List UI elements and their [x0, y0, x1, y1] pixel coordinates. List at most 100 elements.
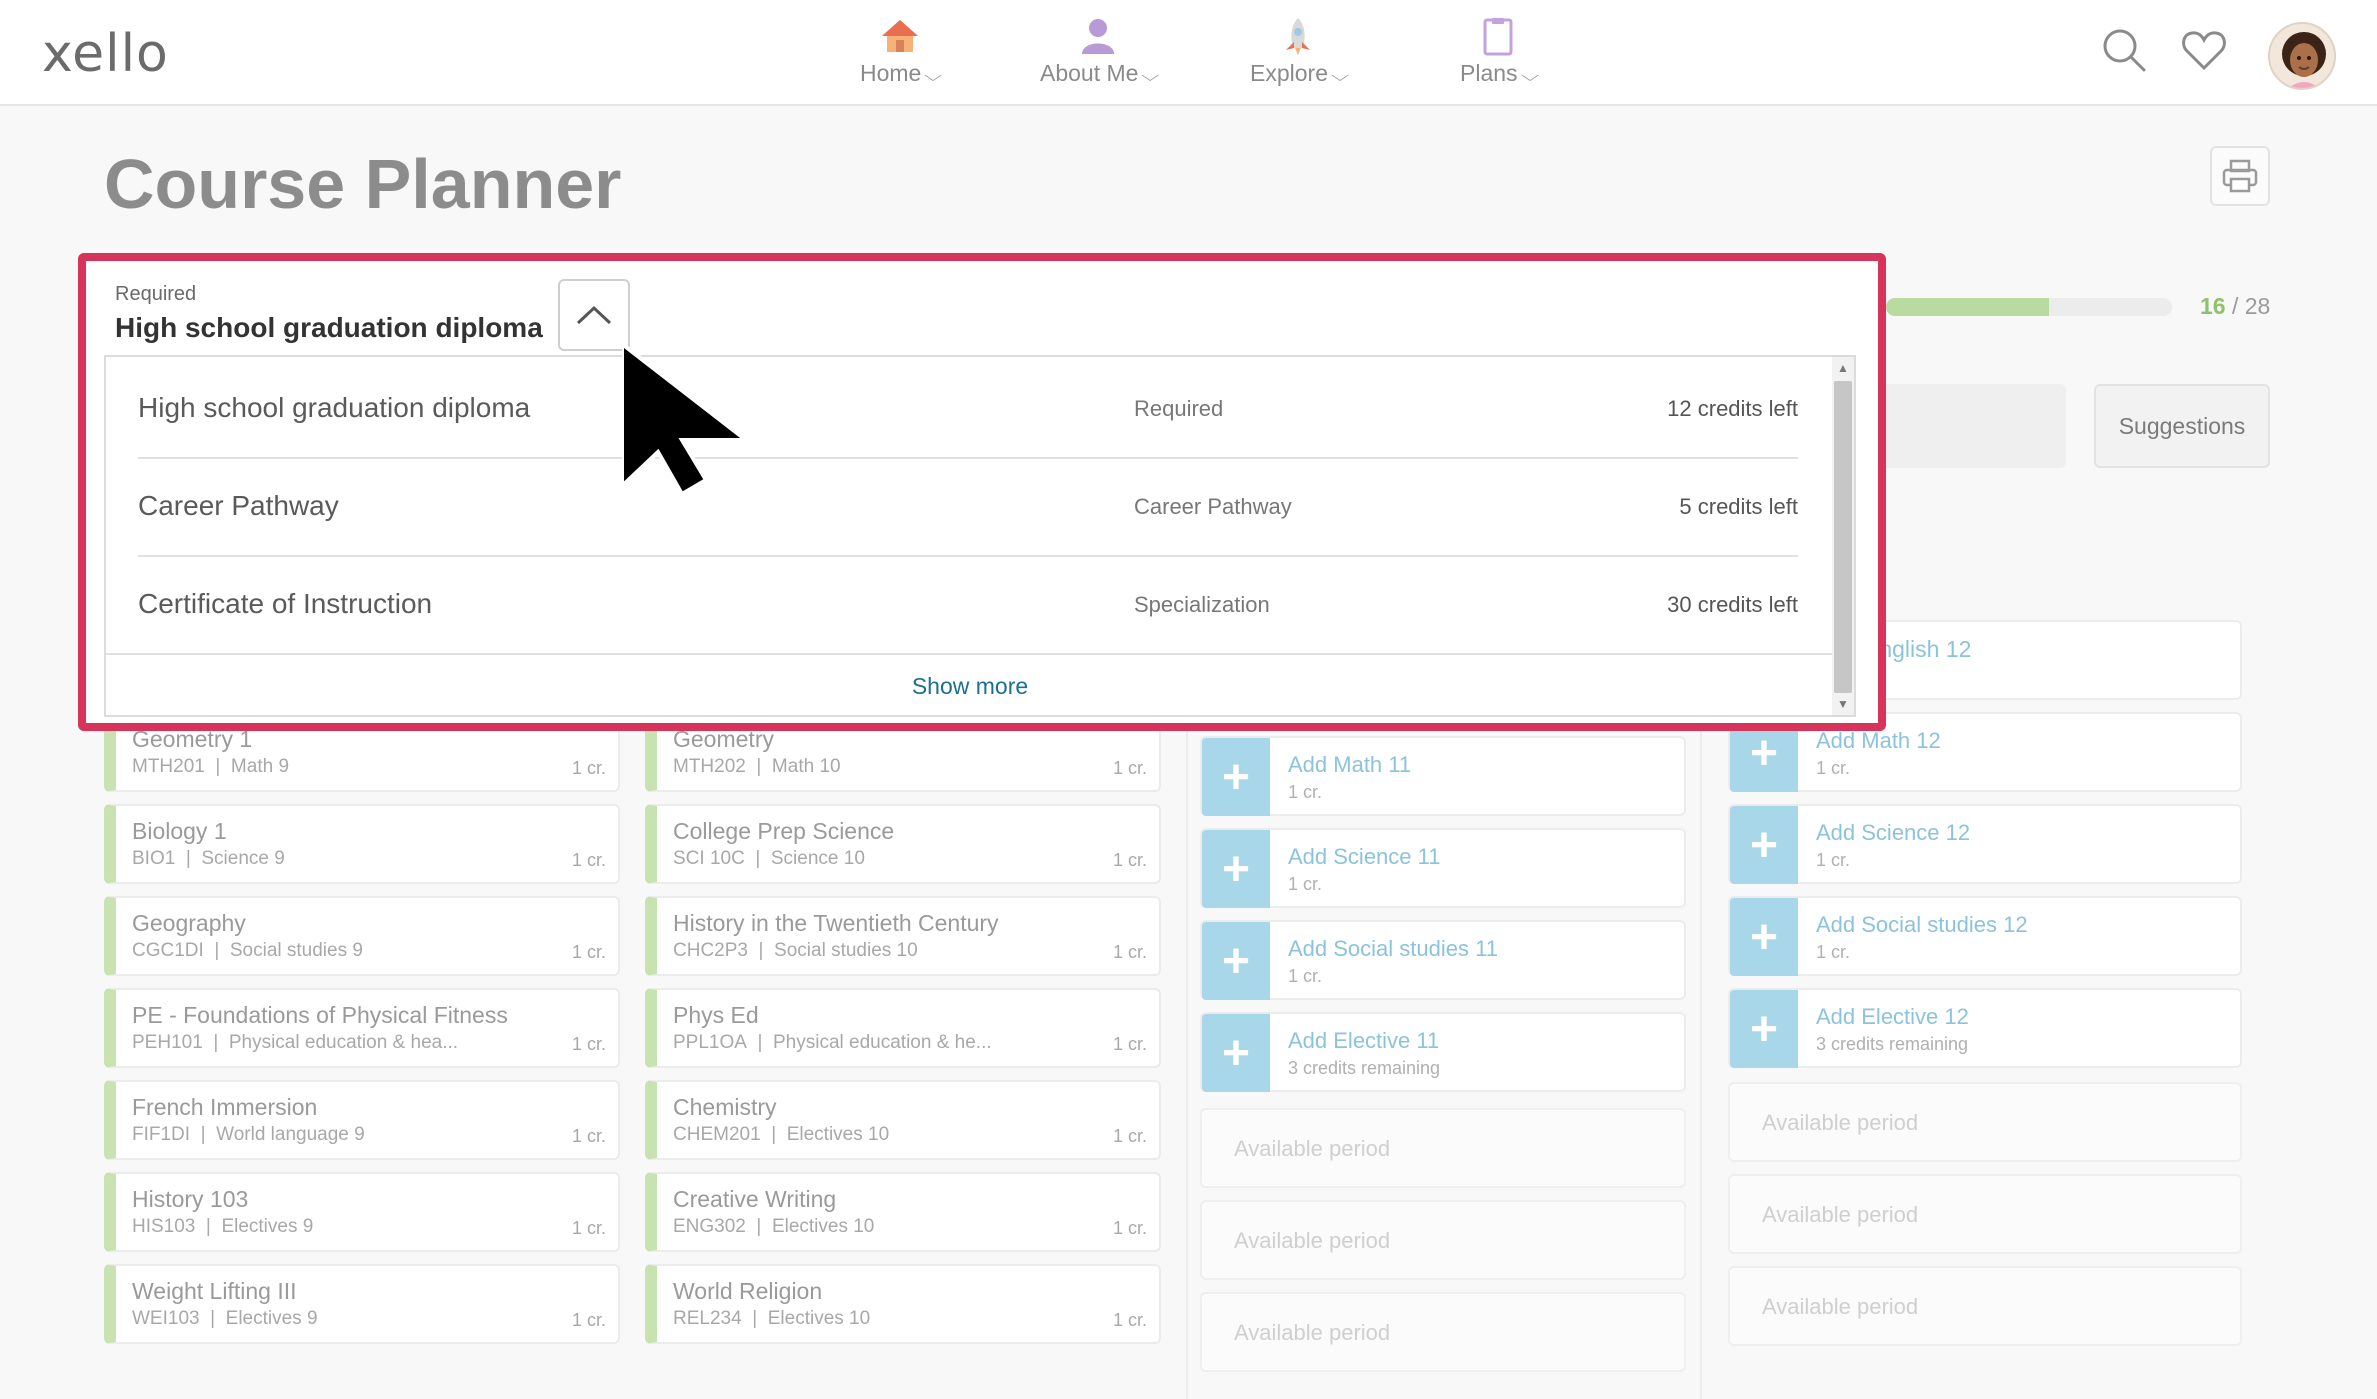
course-code: CGC1DI — [132, 940, 204, 961]
course-card[interactable]: French Immersion FIF1DI | World language… — [104, 1080, 620, 1160]
course-meta: PEH101 | Physical education & hea... — [132, 1032, 459, 1053]
mouse-cursor-icon — [620, 339, 752, 497]
add-science-11-button[interactable]: + Add Science 11 1 cr. — [1200, 828, 1686, 908]
credits-separator: / — [2225, 293, 2245, 319]
course-card[interactable]: Biology 1 BIO1 | Science 9 1 cr. — [104, 804, 620, 884]
course-name: PE - Foundations of Physical Fitness — [132, 1002, 508, 1028]
nav-home-label: Home — [860, 60, 922, 86]
add-course-sub: 1 cr. — [1288, 782, 1323, 802]
available-period[interactable]: Available period — [1200, 1200, 1686, 1280]
avatar[interactable] — [2268, 22, 2336, 90]
add-social-studies-12-button[interactable]: + Add Social studies 12 1 cr. — [1728, 896, 2242, 976]
option-type: Required — [1134, 396, 1224, 421]
add-course-sub: 1 cr. — [1816, 758, 1851, 778]
course-card[interactable]: Creative Writing ENG302 | Electives 10 1… — [645, 1172, 1161, 1252]
add-course-sub: 1 cr. — [1288, 874, 1323, 894]
course-code: BIO1 — [132, 848, 176, 869]
course-card[interactable]: History in the Twentieth Century CHC2P3 … — [645, 896, 1161, 976]
nav-home[interactable]: Home ⌵ — [860, 16, 943, 96]
course-name: History in the Twentieth Century — [673, 910, 999, 936]
course-credits: 1 cr. — [1112, 1034, 1147, 1054]
add-course-label: Add Science 12 — [1816, 820, 1971, 845]
suggestions-button[interactable]: Suggestions — [2094, 384, 2270, 468]
scroll-up-arrow-icon[interactable]: ▲ — [1832, 357, 1854, 379]
course-credits: 1 cr. — [571, 850, 606, 870]
add-course-sub: 3 credits remaining — [1288, 1058, 1441, 1078]
available-period[interactable]: Available period — [1728, 1174, 2242, 1254]
course-code: PEH101 — [132, 1032, 203, 1053]
course-subject: Social studies 9 — [229, 940, 363, 961]
available-period[interactable]: Available period — [1200, 1108, 1686, 1188]
show-more-link[interactable]: Show more — [912, 673, 1028, 700]
plus-icon: + — [1730, 990, 1798, 1068]
course-meta: CHEM201 | Electives 10 — [673, 1124, 890, 1145]
scroll-down-arrow-icon[interactable]: ▼ — [1832, 693, 1854, 715]
nav-plans[interactable]: Plans ⌵ — [1460, 16, 1539, 96]
requirement-option[interactable]: Career Pathway Career Pathway 5 credits … — [138, 459, 1798, 557]
requirement-option[interactable]: High school graduation diploma Required … — [138, 361, 1798, 459]
course-name: College Prep Science — [673, 818, 895, 844]
nav-about-me[interactable]: About Me ⌵ — [1040, 16, 1160, 96]
credit-progress-text: 16 / 28 — [2200, 293, 2270, 320]
plus-icon: + — [1202, 830, 1270, 908]
plus-icon: + — [1202, 1014, 1270, 1092]
course-name: Weight Lifting III — [132, 1278, 297, 1304]
xello-logo[interactable]: xello — [42, 24, 169, 84]
add-elective-12-button[interactable]: + Add Elective 12 3 credits remaining — [1728, 988, 2242, 1068]
scroll-thumb[interactable] — [1834, 381, 1852, 693]
course-code: SCI 10C — [673, 848, 745, 869]
course-name: Geography — [132, 910, 246, 936]
course-card[interactable]: Phys Ed PPL1OA | Physical education & he… — [645, 988, 1161, 1068]
option-type: Specialization — [1134, 592, 1270, 617]
available-period-label: Available period — [1234, 1228, 1391, 1253]
plus-icon: + — [1202, 738, 1270, 816]
course-code: CHC2P3 — [673, 940, 748, 961]
available-period[interactable]: Available period — [1200, 1292, 1686, 1372]
course-code: REL234 — [673, 1308, 742, 1329]
add-social-studies-11-button[interactable]: + Add Social studies 11 1 cr. — [1200, 920, 1686, 1000]
course-meta: BIO1 | Science 9 — [132, 848, 285, 869]
course-card[interactable]: World Religion REL234 | Electives 10 1 c… — [645, 1264, 1161, 1344]
course-subject: World language 9 — [216, 1124, 365, 1145]
credits-total: 28 — [2244, 293, 2271, 319]
search-icon[interactable] — [2100, 26, 2148, 74]
dropdown-scrollbar[interactable]: ▲ ▼ — [1832, 357, 1854, 715]
course-card[interactable]: Chemistry CHEM201 | Electives 10 1 cr. — [645, 1080, 1161, 1160]
nav-plans-label: Plans — [1460, 60, 1518, 86]
course-card[interactable]: Weight Lifting III WEI103 | Electives 9 … — [104, 1264, 620, 1344]
course-code: FIF1DI — [132, 1124, 191, 1145]
requirement-dropdown-toggle[interactable] — [558, 279, 630, 351]
available-period[interactable]: Available period — [1728, 1082, 2242, 1162]
course-meta: MTH202 | Math 10 — [673, 756, 841, 777]
course-card[interactable]: College Prep Science SCI 10C | Science 1… — [645, 804, 1161, 884]
nav-explore[interactable]: Explore ⌵ — [1250, 16, 1350, 96]
add-elective-11-button[interactable]: + Add Elective 11 3 credits remaining — [1200, 1012, 1686, 1092]
course-meta: ENG302 | Electives 10 — [673, 1216, 875, 1237]
available-period-label: Available period — [1234, 1136, 1391, 1161]
course-code: ENG302 — [673, 1216, 746, 1237]
nav-explore-label: Explore — [1250, 60, 1328, 86]
course-subject: Math 10 — [771, 756, 841, 777]
course-card[interactable]: Geography CGC1DI | Social studies 9 1 cr… — [104, 896, 620, 976]
available-period-label: Available period — [1762, 1202, 1919, 1227]
course-meta: MTH201 | Math 9 — [132, 756, 290, 777]
course-card[interactable]: History 103 HIS103 | Electives 9 1 cr. — [104, 1172, 620, 1252]
course-code: PPL1OA — [673, 1032, 747, 1053]
course-card[interactable]: PE - Foundations of Physical Fitness PEH… — [104, 988, 620, 1068]
chevron-down-icon: ⌵ — [1141, 68, 1160, 85]
filter-box[interactable] — [1860, 384, 2066, 468]
requirement-selected: High school graduation diploma — [115, 312, 543, 343]
course-name: Creative Writing — [673, 1186, 837, 1212]
add-math-11-button[interactable]: + Add Math 11 1 cr. — [1200, 736, 1686, 816]
heart-icon[interactable] — [2180, 26, 2228, 74]
add-course-sub: 1 cr. — [1816, 850, 1851, 870]
available-period[interactable]: Available period — [1728, 1266, 2242, 1346]
requirement-option[interactable]: Certificate of Instruction Specializatio… — [138, 557, 1798, 655]
chevron-down-icon: ⌵ — [1330, 68, 1350, 85]
clipboard-icon — [1476, 16, 1520, 56]
house-icon — [878, 16, 922, 56]
add-science-12-button[interactable]: + Add Science 12 1 cr. — [1728, 804, 2242, 884]
add-course-sub: 1 cr. — [1288, 966, 1323, 986]
course-subject: Electives 10 — [786, 1124, 890, 1145]
print-button[interactable] — [2210, 146, 2270, 206]
